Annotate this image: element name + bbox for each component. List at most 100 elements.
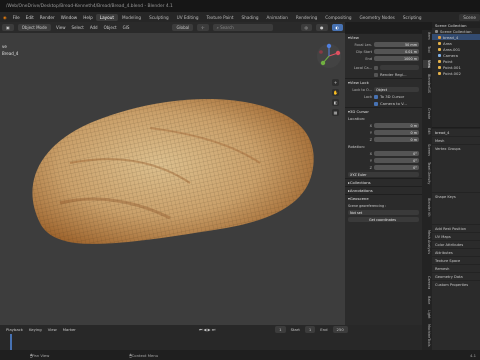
current-frame-field[interactable]: 1 — [275, 326, 286, 333]
rotation-mode-select[interactable]: XYZ Euler — [348, 171, 419, 178]
label: Y — [369, 130, 372, 135]
tab-compositing[interactable]: Compositing — [321, 14, 355, 21]
tab-modeling[interactable]: Modeling — [118, 14, 145, 21]
section-vertex-groups[interactable]: Vertex Groups — [432, 144, 480, 152]
tab-texture-paint[interactable]: Texture Paint — [203, 14, 238, 21]
cursor-y-field[interactable]: 0 m — [374, 129, 419, 136]
end-frame-field[interactable]: 250 — [332, 326, 348, 333]
tab-animation[interactable]: Animation — [263, 14, 292, 21]
tab-rendering[interactable]: Rendering — [292, 14, 321, 21]
shading-solid-icon[interactable]: ● — [316, 24, 328, 31]
outliner-item[interactable]: Point.002 — [432, 70, 480, 76]
tab-light[interactable]: Light — [423, 310, 431, 318]
menu-add[interactable]: Add — [87, 25, 101, 30]
menu-marker[interactable]: Marker — [60, 327, 79, 332]
tab-create[interactable]: Create — [423, 108, 431, 119]
tab-blender-kit[interactable]: Blender Kit — [423, 198, 431, 217]
camera-to-view-checkbox[interactable] — [374, 101, 378, 106]
view-section-header[interactable]: ▾ View — [345, 33, 422, 41]
zoom-icon[interactable]: + — [332, 79, 339, 86]
pan-hand-icon[interactable]: ✋ — [332, 89, 339, 96]
tab-scripting[interactable]: Scripting — [399, 14, 426, 21]
cursor-x-field[interactable]: 0 m — [374, 122, 419, 129]
menu-file[interactable]: File — [10, 15, 23, 20]
annotations-header[interactable]: ▸ Annotations — [345, 186, 422, 194]
tab-machinetools[interactable]: MachineTools — [423, 324, 431, 347]
menu-select[interactable]: Select — [68, 25, 86, 30]
search-field[interactable]: ⌕ Search — [212, 24, 273, 31]
section-texture-space[interactable]: Texture Space — [432, 256, 480, 264]
focal-length-field[interactable]: 50 mm — [374, 41, 419, 48]
tab-texel-density[interactable]: Texel Density — [423, 162, 431, 184]
local-camera-field[interactable] — [380, 64, 419, 71]
menu-help[interactable]: Help — [80, 15, 96, 20]
mode-selector[interactable]: Object Mode — [17, 24, 51, 31]
local-camera-checkbox[interactable] — [374, 65, 378, 70]
3d-viewport[interactable]: ve Bread_4 + ✋ ◧ ▦ — [0, 33, 345, 325]
tab-sculpting[interactable]: Sculpting — [145, 14, 173, 21]
object-name-field[interactable]: bread_4 — [432, 128, 480, 136]
tab-screen[interactable]: Screen — [423, 144, 431, 156]
shading-material-icon[interactable]: ◐ — [331, 24, 343, 31]
add-rest-position[interactable]: Add Rest Position — [432, 224, 480, 232]
view-lock-header[interactable]: ▾ View Lock — [345, 78, 422, 86]
menu-render[interactable]: Render — [37, 15, 58, 20]
section-geometry-data[interactable]: Geometry Data — [432, 272, 480, 280]
section-remesh[interactable]: Remesh — [432, 264, 480, 272]
tab-edit[interactable]: Edit — [423, 128, 431, 135]
editor-type-icon[interactable]: ▣ — [2, 24, 14, 31]
menu-window[interactable]: Window — [58, 15, 81, 20]
bread-mesh[interactable] — [0, 33, 345, 325]
menu-edit[interactable]: Edit — [23, 15, 37, 20]
transform-orientation[interactable]: Global — [172, 24, 194, 31]
tab-mesh-analysis[interactable]: Mesh Analysis — [423, 230, 431, 254]
scene-selector[interactable]: Scene — [459, 13, 480, 21]
3d-cursor-header[interactable]: ▾ 3D Cursor — [345, 107, 422, 115]
playhead[interactable] — [10, 334, 12, 350]
section-color-attributes[interactable]: Color Attributes — [432, 240, 480, 248]
start-frame-field[interactable]: 1 — [304, 326, 316, 333]
tab-layout[interactable]: Layout — [95, 13, 119, 21]
rotation-x-field[interactable]: 0° — [374, 150, 419, 157]
section-uv-maps[interactable]: UV Maps — [432, 232, 480, 240]
clip-end-field[interactable]: 1000 m — [374, 55, 419, 62]
menu-keying[interactable]: Keying — [26, 327, 45, 332]
section-attributes[interactable]: Attributes — [432, 248, 480, 256]
tab-blendergis[interactable]: BlenderGIS — [423, 74, 431, 93]
menu-playback[interactable]: Playback — [3, 327, 26, 332]
camera-icon[interactable]: ◧ — [332, 99, 339, 106]
blender-logo-icon[interactable]: ◉ — [0, 15, 10, 20]
status-pan-view: Pan View — [32, 352, 50, 358]
menu-view[interactable]: View — [45, 327, 60, 332]
tab-tool[interactable]: Tool — [423, 46, 431, 53]
rotation-y-field[interactable]: 0° — [374, 157, 419, 164]
tab-shading[interactable]: Shading — [238, 14, 263, 21]
tab-geometry-nodes[interactable]: Geometry Nodes — [356, 14, 399, 21]
tab-view[interactable]: View — [423, 60, 431, 69]
get-coordinates-button[interactable]: Get coordinates — [348, 216, 419, 223]
rotation-z-field[interactable]: 0° — [374, 164, 419, 171]
grid-icon[interactable]: ▦ — [332, 109, 339, 116]
lock-cursor-checkbox[interactable] — [374, 94, 378, 99]
menu-gis[interactable]: GIS — [120, 25, 133, 30]
tab-item[interactable]: Item — [423, 32, 431, 40]
section-shape-keys[interactable]: Shape Keys — [432, 192, 480, 200]
timeline[interactable]: Playback Keying View Marker ⏮ ◀ ▶ ⏭ 1 St… — [0, 325, 422, 350]
lock-object-field[interactable]: Object — [374, 86, 419, 93]
section-custom-properties[interactable]: Custom Properties — [432, 280, 480, 288]
overlay-toggle-icon[interactable]: ◎ — [300, 24, 312, 31]
tab-uv-editing[interactable]: UV Editing — [173, 14, 203, 21]
collections-header[interactable]: ▸ Collections — [345, 178, 422, 186]
geoscene-header[interactable]: ▾ Geoscene — [345, 194, 422, 202]
tab-camera[interactable]: Camera — [423, 276, 431, 289]
clip-start-field[interactable]: 0.01 m — [374, 48, 419, 55]
menu-view[interactable]: View — [53, 25, 69, 30]
render-region-checkbox[interactable] — [374, 72, 378, 77]
navigation-gizmo[interactable] — [316, 43, 342, 69]
tab-bake[interactable]: Bake — [423, 296, 431, 304]
menu-object[interactable]: Object — [101, 25, 120, 30]
play-controls[interactable]: ⏮ ◀ ▶ ⏭ — [199, 327, 215, 332]
mesh-data-field[interactable]: Mesh — [432, 136, 480, 144]
cursor-z-field[interactable]: 0 m — [374, 136, 419, 143]
snap-icon[interactable]: ⊹ — [197, 24, 209, 31]
